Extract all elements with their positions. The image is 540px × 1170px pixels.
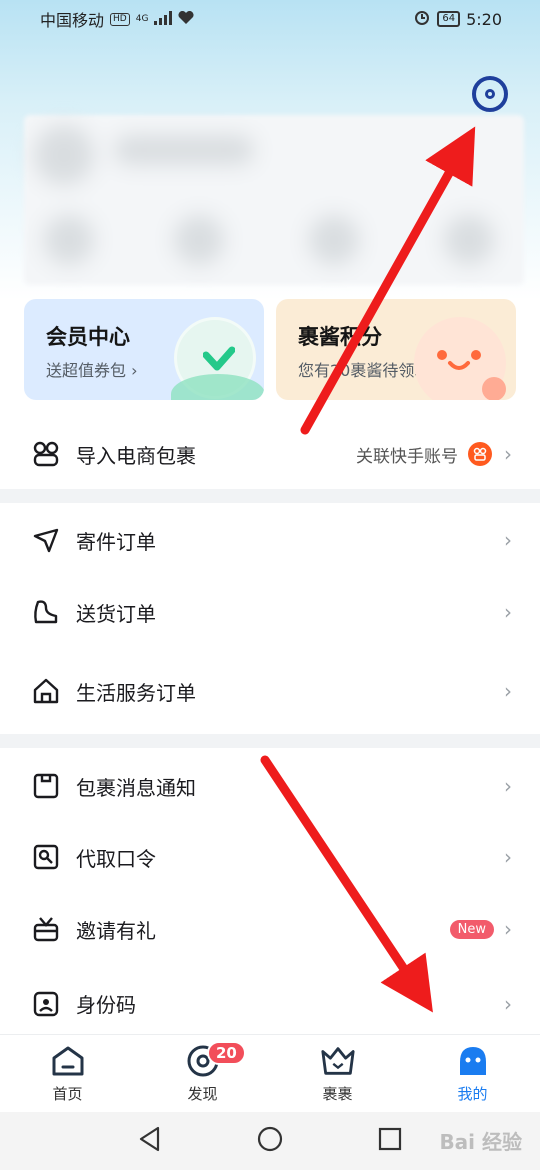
tab-discover-label: 发现 <box>187 1085 218 1103</box>
section-divider <box>0 489 540 503</box>
tab-discover[interactable]: 发现 20 <box>135 1035 270 1112</box>
watermark-text: Bai 经验 <box>439 1130 522 1154</box>
health-icon <box>178 10 194 29</box>
tab-guoguo-label: 裹裹 <box>322 1085 353 1103</box>
crown-box-icon <box>320 1043 356 1079</box>
import-ecommerce-label: 导入电商包裹 <box>76 443 196 468</box>
heart-check-illustration <box>171 317 264 400</box>
settings-gear-icon[interactable] <box>472 76 508 112</box>
chevron-right-icon: › <box>504 774 512 798</box>
send-orders-row[interactable]: 寄件订单 › <box>0 505 540 575</box>
paper-plane-icon <box>32 526 60 554</box>
chevron-right-icon: › <box>504 442 512 466</box>
send-orders-label: 寄件订单 <box>76 529 156 554</box>
tab-home-label: 首页 <box>52 1085 83 1103</box>
id-code-icon <box>32 990 60 1018</box>
package-notifications-row[interactable]: 包裹消息通知 › <box>0 751 540 821</box>
member-center-title: 会员中心 <box>46 325 130 349</box>
signal-icon <box>154 10 173 29</box>
mascot-illustration <box>414 317 506 400</box>
tab-guoguo[interactable]: 裹裹 <box>270 1035 405 1112</box>
status-bar: 中国移动 HD 4G 64 5:20 <box>0 0 540 38</box>
package-notifications-label: 包裹消息通知 <box>76 775 196 800</box>
delivery-boot-icon <box>32 598 60 626</box>
home-outline-icon <box>32 677 60 705</box>
hd-icon: HD <box>110 12 130 26</box>
delivery-orders-row[interactable]: 送货订单 › <box>0 577 540 647</box>
delivery-orders-label: 送货订单 <box>76 601 156 626</box>
tv-gift-icon <box>32 915 60 943</box>
member-center-subtitle: 送超值券包 › <box>46 361 138 380</box>
profile-icon <box>455 1043 491 1079</box>
tab-home[interactable]: 首页 <box>0 1035 135 1112</box>
home-icon <box>50 1043 86 1079</box>
life-service-orders-label: 生活服务订单 <box>76 680 196 705</box>
ecommerce-package-icon <box>32 440 60 468</box>
recents-icon[interactable] <box>378 1127 402 1155</box>
pickup-code-row[interactable]: 代取口令 › <box>0 822 540 892</box>
section-divider <box>0 734 540 748</box>
points-card[interactable]: 裹酱积分 您有20裹酱待领取 › <box>276 299 516 400</box>
chevron-right-icon: › <box>504 845 512 869</box>
member-center-card[interactable]: 会员中心 送超值券包 › <box>24 299 264 400</box>
network-label: 4G <box>135 13 149 24</box>
carrier-label: 中国移动 <box>40 11 105 30</box>
key-search-icon <box>32 843 60 871</box>
chevron-right-icon: › <box>504 991 512 1016</box>
new-badge: New <box>449 919 494 939</box>
battery-icon: 64 <box>437 11 461 27</box>
id-code-label: 身份码 <box>76 993 136 1017</box>
profile-summary-blurred <box>24 115 524 285</box>
points-title: 裹酱积分 <box>298 325 382 349</box>
clock-time: 5:20 <box>466 9 502 29</box>
chevron-right-icon: › <box>504 917 512 941</box>
life-service-orders-row[interactable]: 生活服务订单 › <box>0 656 540 726</box>
chevron-right-icon: › <box>504 679 512 703</box>
bottom-tab-bar: 首页 发现 20 裹裹 我的 <box>0 1034 540 1112</box>
chevron-right-icon: › <box>504 528 512 552</box>
tab-mine[interactable]: 我的 <box>405 1035 540 1112</box>
back-icon[interactable] <box>138 1126 162 1156</box>
import-ecommerce-row[interactable]: 导入电商包裹 关联快手账号 › <box>0 419 540 489</box>
tab-mine-label: 我的 <box>457 1085 488 1103</box>
id-code-row[interactable]: 身份码 › <box>0 973 540 1034</box>
pickup-code-label: 代取口令 <box>76 846 156 871</box>
link-kuaishou-label: 关联快手账号 <box>356 446 458 467</box>
kuaishou-icon <box>468 442 492 466</box>
alarm-icon <box>413 8 431 30</box>
discover-count-badge: 20 <box>207 1041 246 1065</box>
invite-gift-label: 邀请有礼 <box>76 918 156 943</box>
home-circle-icon[interactable] <box>257 1126 283 1156</box>
invite-gift-row[interactable]: 邀请有礼 New › <box>0 894 540 964</box>
message-box-icon <box>32 772 60 800</box>
chevron-right-icon: › <box>504 600 512 624</box>
